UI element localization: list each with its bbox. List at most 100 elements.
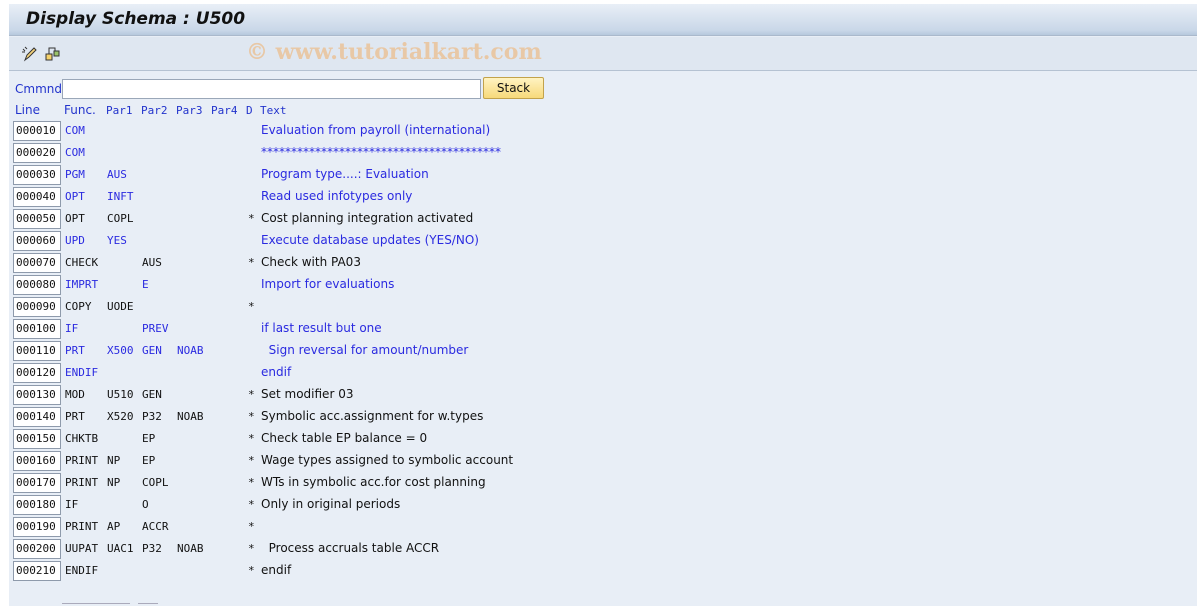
line-number-field[interactable]: 000090	[13, 297, 61, 317]
cell-par2: E	[142, 278, 149, 291]
line-number-field[interactable]: 000070	[13, 253, 61, 273]
page-title: Display Schema : U500	[26, 9, 246, 29]
cell-d: *	[248, 212, 255, 225]
line-number-field[interactable]: 000060	[13, 231, 61, 251]
line-number-field[interactable]: 000110	[13, 341, 61, 361]
cell-d: *	[248, 520, 255, 533]
cell-text: endif	[261, 563, 292, 577]
cell-par1: AUS	[107, 168, 127, 181]
cell-par1: U510	[107, 388, 134, 401]
other-object-icon[interactable]	[44, 45, 62, 63]
cell-par2: ACCR	[142, 520, 169, 533]
cell-par1: COPL	[107, 212, 134, 225]
cell-par2: P32	[142, 410, 162, 423]
line-number-field[interactable]: 000050	[13, 209, 61, 229]
cell-par2: P32	[142, 542, 162, 555]
cell-par1: UAC1	[107, 542, 134, 555]
cell-d: *	[248, 542, 255, 555]
cell-func: ENDIF	[65, 366, 99, 379]
line-number-field[interactable]: 000080	[13, 275, 61, 295]
header-par1: Par1	[106, 104, 133, 117]
cell-func: IMPRT	[65, 278, 99, 291]
cell-func: CHKTB	[65, 432, 99, 445]
cell-text: Execute database updates (YES/NO)	[261, 233, 479, 247]
table-row: 000170 PRINT NP COPL * WTs in symbolic acc.fo…	[9, 473, 609, 495]
cell-par1: NP	[107, 454, 121, 467]
table-row: 000090 COPY UODE *	[9, 297, 609, 319]
cell-func: PRINT	[65, 454, 99, 467]
cell-text: Symbolic acc.assignment for w.types	[261, 409, 484, 423]
line-number-field[interactable]: 000180	[13, 495, 61, 515]
table-row: 000160 PRINT NP EP * Wage types assigned to s…	[9, 451, 609, 473]
cell-d: *	[248, 388, 255, 401]
line-number-field[interactable]: 000210	[13, 561, 61, 581]
cell-text: Check table EP balance = 0	[261, 431, 428, 445]
line-number-field[interactable]: 000040	[13, 187, 61, 207]
sap-window: Display Schema : U500 © www.tutorialkart…	[9, 4, 1197, 606]
cell-d: *	[248, 498, 255, 511]
cell-par2: AUS	[142, 256, 162, 269]
change-edit-icon[interactable]	[21, 45, 39, 63]
cell-d: *	[248, 410, 255, 423]
line-number-field[interactable]: 000170	[13, 473, 61, 493]
line-number-field[interactable]: 000100	[13, 319, 61, 339]
cell-func: COPY	[65, 300, 92, 313]
cell-par2: GEN	[142, 344, 162, 357]
line-number-field[interactable]: 000140	[13, 407, 61, 427]
header-par2: Par2	[141, 104, 168, 117]
stack-button[interactable]: Stack	[483, 77, 544, 99]
line-number-field[interactable]: 000200	[13, 539, 61, 559]
table-row: 000110 PRT X500 GEN NOAB Sign reversal for a…	[9, 341, 609, 363]
application-toolbar: © www.tutorialkart.com	[9, 37, 1197, 71]
header-line: Line	[15, 103, 41, 117]
cell-par3: NOAB	[177, 344, 204, 357]
line-number-field[interactable]: 000160	[13, 451, 61, 471]
cell-text: Import for evaluations	[261, 277, 395, 291]
cell-par1: INFT	[107, 190, 134, 203]
cell-func: IF	[65, 322, 79, 335]
line-number-field[interactable]: 000190	[13, 517, 61, 537]
cell-text: Only in original periods	[261, 497, 401, 511]
table-row: 000050 OPT COPL * Cost planning integration …	[9, 209, 609, 231]
title-bar: Display Schema : U500	[9, 4, 1197, 36]
table-row: 000030 PGM AUS Program type....: Evaluation	[9, 165, 609, 187]
cell-par3: NOAB	[177, 410, 204, 423]
table-row: 000190 PRINT AP ACCR *	[9, 517, 609, 539]
line-number-field[interactable]: 000010	[13, 121, 61, 141]
cell-text: Process accruals table ACCR	[261, 541, 440, 555]
cell-func: MOD	[65, 388, 85, 401]
table-row: 000140 PRT X520 P32 NOAB * Symbolic acc.assign…	[9, 407, 609, 429]
header-func: Func.	[64, 103, 96, 117]
table-row: 000080 IMPRT E Import for evaluations	[9, 275, 609, 297]
cell-func: COM	[65, 124, 85, 137]
command-input[interactable]	[62, 79, 481, 99]
table-row: 000150 CHKTB EP * Check table EP balance = 0	[9, 429, 609, 451]
cell-func: PRT	[65, 410, 85, 423]
cell-func: UUPAT	[65, 542, 99, 555]
cell-par1: X520	[107, 410, 134, 423]
cell-func: PGM	[65, 168, 85, 181]
cell-func: COM	[65, 146, 85, 159]
line-number-field[interactable]: 000120	[13, 363, 61, 383]
table-row: 000130 MOD U510 GEN * Set modifier 03	[9, 385, 609, 407]
cell-text: Wage types assigned to symbolic account	[261, 453, 514, 467]
cell-par2: EP	[142, 454, 156, 467]
table-row: 000100 IF PREV if last result but one	[9, 319, 609, 341]
cell-text: Sign reversal for amount/number	[261, 343, 469, 357]
cell-par2: EP	[142, 432, 156, 445]
line-number-field[interactable]: 000030	[13, 165, 61, 185]
cell-d: *	[248, 256, 255, 269]
table-row: 000060 UPD YES Execute database updates (YE…	[9, 231, 609, 253]
cell-text: Evaluation from payroll (international)	[261, 123, 491, 137]
line-number-field[interactable]: 000130	[13, 385, 61, 405]
cell-func: PRT	[65, 344, 85, 357]
line-number-field[interactable]: 000150	[13, 429, 61, 449]
cell-func: ENDIF	[65, 564, 99, 577]
scroll-indicator	[62, 603, 158, 604]
cell-par2: PREV	[142, 322, 169, 335]
cell-text: Check with PA03	[261, 255, 361, 269]
line-number-field[interactable]: 000020	[13, 143, 61, 163]
cell-par1: AP	[107, 520, 121, 533]
cell-func: OPT	[65, 212, 85, 225]
cell-text: Program type....: Evaluation	[261, 167, 429, 181]
